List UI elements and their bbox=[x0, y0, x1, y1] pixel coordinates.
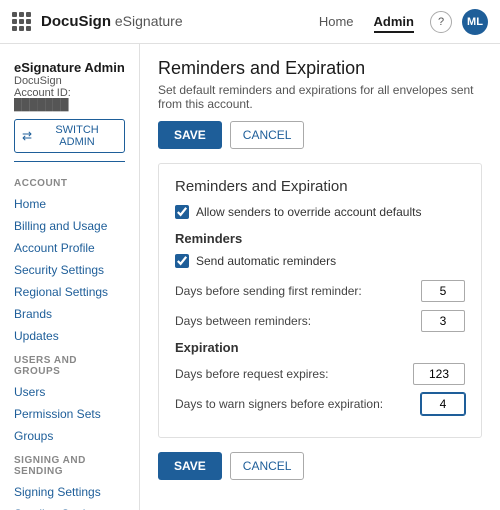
between-reminders-input[interactable] bbox=[421, 310, 465, 332]
sidebar-section-users: USERS AND GROUPS bbox=[0, 347, 139, 381]
logo-esignature: eSignature bbox=[111, 13, 183, 29]
first-reminder-row: Days before sending first reminder: bbox=[175, 280, 465, 302]
save-button-bottom[interactable]: SAVE bbox=[158, 452, 222, 480]
auto-reminder-checkbox[interactable] bbox=[175, 254, 189, 268]
sidebar-item-account-profile[interactable]: Account Profile bbox=[0, 237, 139, 259]
logo-text: DocuSign eSignature bbox=[41, 13, 183, 30]
sidebar-section-signing: SIGNING AND SENDING bbox=[0, 447, 139, 481]
expiration-section: Expiration Days before request expires: … bbox=[175, 340, 465, 415]
top-nav: DocuSign eSignature Home Admin ? ML bbox=[0, 0, 500, 44]
layout: eSignature Admin DocuSign Account ID: ██… bbox=[0, 44, 500, 510]
auto-reminder-row: Send automatic reminders bbox=[175, 254, 465, 268]
help-icon[interactable]: ? bbox=[430, 11, 452, 33]
card-title: Reminders and Expiration bbox=[175, 178, 465, 195]
sidebar-item-sending-settings[interactable]: Sending Settings bbox=[0, 503, 139, 510]
switch-admin-button[interactable]: ⇄ SWITCH ADMIN bbox=[14, 119, 125, 153]
sidebar-header: eSignature Admin DocuSign Account ID: ██… bbox=[0, 56, 139, 113]
auto-reminder-label: Send automatic reminders bbox=[196, 254, 336, 268]
reminders-expiration-card: Reminders and Expiration Allow senders t… bbox=[158, 163, 482, 438]
switch-admin-label: SWITCH ADMIN bbox=[37, 124, 117, 148]
first-reminder-input[interactable] bbox=[421, 280, 465, 302]
sidebar-section-account: ACCOUNT bbox=[0, 170, 139, 193]
cancel-button-top[interactable]: CANCEL bbox=[230, 121, 305, 149]
sidebar-item-updates[interactable]: Updates bbox=[0, 325, 139, 347]
switch-icon: ⇄ bbox=[22, 129, 32, 143]
sidebar-divider bbox=[14, 161, 125, 162]
main-content: Reminders and Expiration Set default rem… bbox=[140, 44, 500, 510]
first-reminder-label: Days before sending first reminder: bbox=[175, 284, 421, 298]
nav-links: Home Admin bbox=[319, 10, 414, 33]
sidebar-item-brands[interactable]: Brands bbox=[0, 303, 139, 325]
warn-signers-input[interactable] bbox=[421, 393, 465, 415]
override-label: Allow senders to override account defaul… bbox=[196, 205, 421, 219]
top-btn-row: SAVE CANCEL bbox=[158, 121, 482, 149]
sidebar-item-home[interactable]: Home bbox=[0, 193, 139, 215]
sidebar-admin-title: eSignature Admin bbox=[14, 60, 125, 75]
sidebar-item-signing-settings[interactable]: Signing Settings bbox=[0, 481, 139, 503]
override-checkbox[interactable] bbox=[175, 205, 189, 219]
sidebar-item-permission-sets[interactable]: Permission Sets bbox=[0, 403, 139, 425]
between-reminders-label: Days between reminders: bbox=[175, 314, 421, 328]
sidebar-item-security[interactable]: Security Settings bbox=[0, 259, 139, 281]
save-button-top[interactable]: SAVE bbox=[158, 121, 222, 149]
reminders-title: Reminders bbox=[175, 231, 465, 246]
nav-admin[interactable]: Admin bbox=[374, 10, 414, 33]
avatar[interactable]: ML bbox=[462, 9, 488, 35]
override-checkbox-row: Allow senders to override account defaul… bbox=[175, 205, 465, 219]
grid-icon bbox=[12, 12, 31, 31]
page-subtitle: Set default reminders and expirations fo… bbox=[158, 83, 482, 111]
warn-signers-row: Days to warn signers before expiration: bbox=[175, 393, 465, 415]
sidebar: eSignature Admin DocuSign Account ID: ██… bbox=[0, 44, 140, 510]
sidebar-item-users[interactable]: Users bbox=[0, 381, 139, 403]
nav-home[interactable]: Home bbox=[319, 10, 354, 33]
warn-signers-label: Days to warn signers before expiration: bbox=[175, 397, 421, 411]
logo: DocuSign eSignature bbox=[12, 12, 319, 31]
between-reminders-row: Days between reminders: bbox=[175, 310, 465, 332]
sidebar-admin-sub1: DocuSign bbox=[14, 75, 125, 87]
page-title: Reminders and Expiration bbox=[158, 58, 482, 79]
sidebar-admin-sub2: Account ID: ███████ bbox=[14, 87, 125, 111]
bottom-btn-row: SAVE CANCEL bbox=[158, 452, 482, 480]
nav-icons: ? ML bbox=[430, 9, 488, 35]
expires-input[interactable] bbox=[413, 363, 465, 385]
sidebar-item-groups[interactable]: Groups bbox=[0, 425, 139, 447]
sidebar-item-regional[interactable]: Regional Settings bbox=[0, 281, 139, 303]
cancel-button-bottom[interactable]: CANCEL bbox=[230, 452, 305, 480]
sidebar-item-billing[interactable]: Billing and Usage bbox=[0, 215, 139, 237]
expires-row: Days before request expires: bbox=[175, 363, 465, 385]
expires-label: Days before request expires: bbox=[175, 367, 413, 381]
expiration-title: Expiration bbox=[175, 340, 465, 355]
logo-docusign: DocuSign bbox=[41, 13, 111, 30]
